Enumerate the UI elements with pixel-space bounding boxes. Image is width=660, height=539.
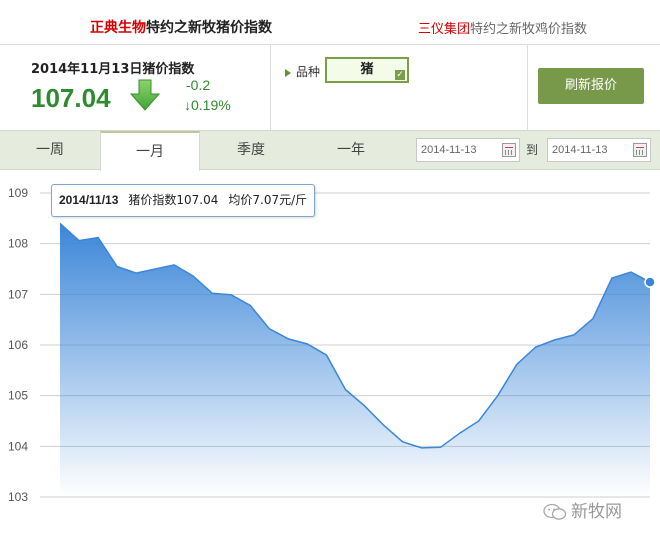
check-icon: ✓: [395, 70, 405, 80]
tooltip-average-price: 均价7.07元/斤: [228, 193, 308, 207]
tab-year[interactable]: 一年: [301, 131, 401, 170]
date-range-separator: 到: [526, 143, 539, 157]
species-selected-value: 猪: [360, 62, 374, 77]
sponsor-brand-right: 三仪集团: [418, 22, 471, 37]
series-area: [60, 223, 650, 497]
species-label: 品种: [285, 63, 320, 80]
sponsor-text-right: 特约之新牧鸡价指数: [470, 22, 588, 37]
sponsor-brand-left: 正典生物: [90, 20, 146, 36]
period-tab-bar: 一周 一月 季度 一年 2014-11-13 2014-11-13: [0, 130, 660, 171]
tab-month[interactable]: 一月: [100, 131, 200, 171]
end-date-value: 2014-11-13: [552, 144, 608, 156]
calendar-icon[interactable]: [633, 143, 647, 157]
index-title: 2014年11月13日猪价指数: [31, 62, 195, 77]
end-date-input[interactable]: 2014-11-13: [547, 138, 651, 162]
tab-week[interactable]: 一周: [0, 131, 100, 170]
tooltip-date: 2014/11/13: [59, 193, 119, 207]
price-index-chart: 103 104 105 106 107 108 109: [8, 186, 656, 504]
highlight-point[interactable]: [644, 276, 656, 288]
y-tick-label: 106: [8, 338, 28, 352]
pig-index-sponsor[interactable]: 正典生物特约之新牧猪价指数: [90, 17, 272, 37]
change-percent: ↓0.19%: [184, 97, 231, 113]
wechat-icon: [543, 503, 567, 520]
y-tick-label: 108: [8, 237, 28, 251]
species-select[interactable]: 猪 ✓: [325, 57, 409, 83]
change-absolute: -0.2: [186, 77, 211, 93]
y-tick-label: 103: [8, 490, 28, 504]
chart-tooltip: 2014/11/13 猪价指数107.04 均价7.07元/斤: [51, 184, 316, 217]
sponsor-text-left: 特约之新牧猪价指数: [146, 20, 272, 36]
y-tick-label: 104: [8, 439, 28, 453]
chicken-index-sponsor[interactable]: 三仪集团特约之新牧鸡价指数: [418, 18, 587, 37]
y-tick-label: 109: [8, 186, 28, 200]
watermark: 新牧网: [543, 497, 622, 522]
sponsor-bar: 正典生物特约之新牧猪价指数 三仪集团特约之新牧鸡价指数: [0, 0, 660, 44]
start-date-value: 2014-11-13: [421, 144, 477, 156]
watermark-text: 新牧网: [571, 502, 622, 522]
panel-divider: [270, 45, 271, 131]
index-value: 107.04: [31, 83, 111, 113]
tooltip-index: 猪价指数107.04: [128, 193, 219, 207]
tab-quarter[interactable]: 季度: [201, 131, 301, 170]
start-date-input[interactable]: 2014-11-13: [416, 138, 520, 162]
arrow-down-icon: [130, 79, 160, 111]
calendar-icon[interactable]: [502, 143, 516, 157]
panel-divider: [527, 45, 528, 131]
info-panel: 2014年11月13日猪价指数 107.04 -0.2 ↓0.19% 品种 猪 ✓…: [0, 44, 660, 131]
species-label-text: 品种: [296, 65, 321, 79]
y-tick-label: 105: [8, 389, 28, 403]
y-tick-label: 107: [8, 287, 28, 301]
refresh-quote-button[interactable]: 刷新报价: [538, 68, 644, 104]
triangle-right-icon: [285, 68, 291, 77]
